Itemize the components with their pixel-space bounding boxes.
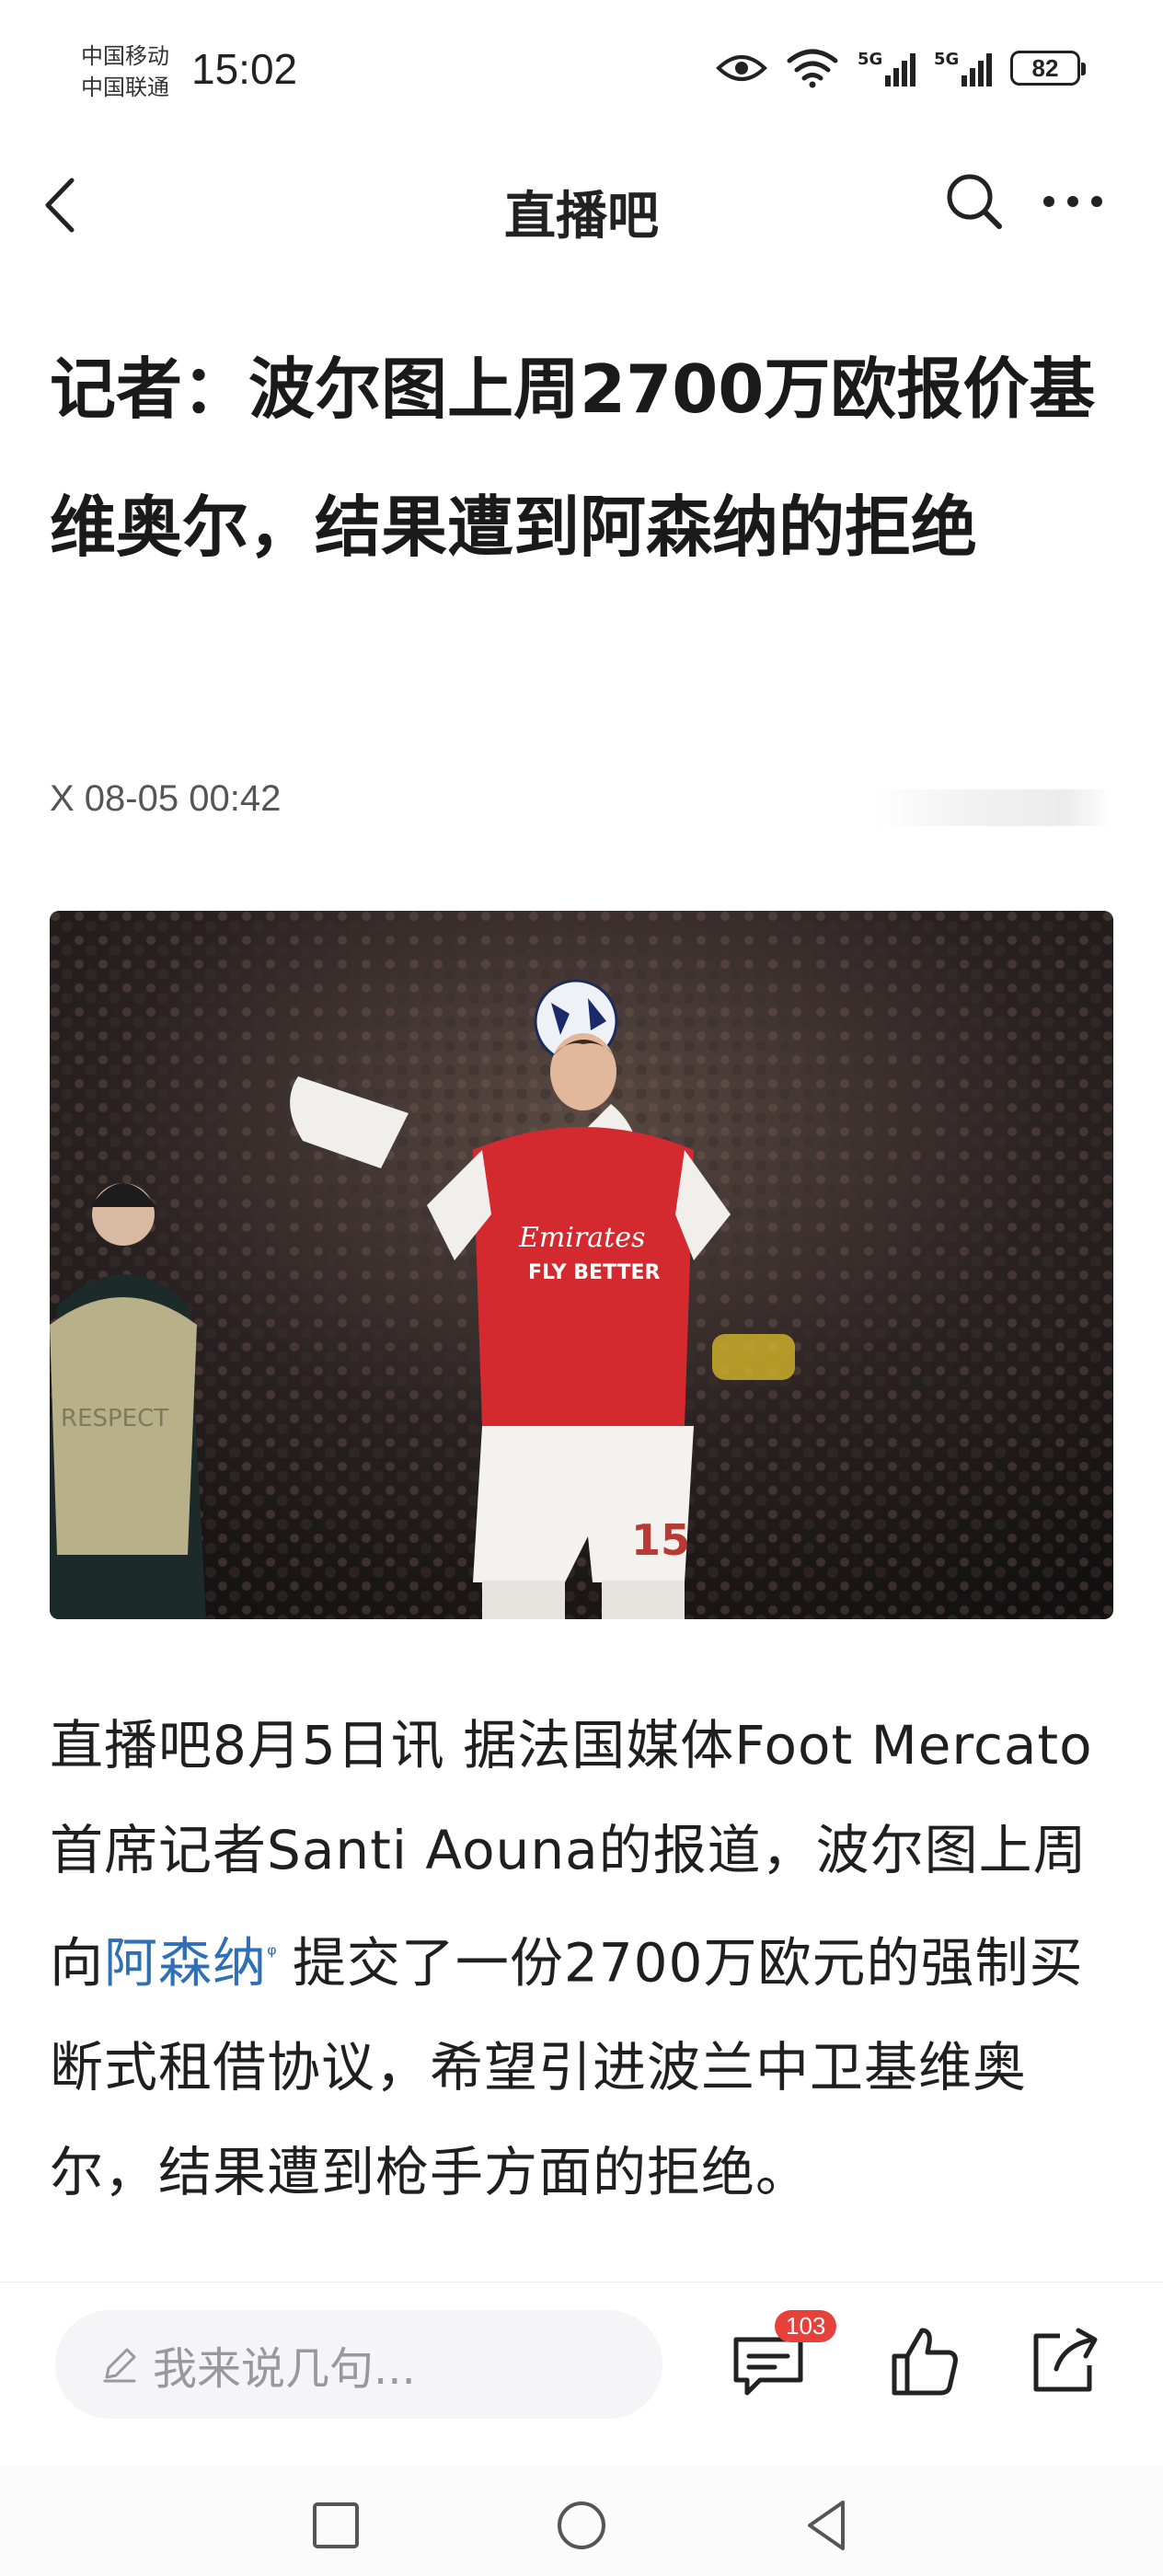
meta-placeholder <box>874 789 1113 826</box>
comment-placeholder: 我来说几句... <box>153 2343 416 2395</box>
clock: 15:02 <box>191 45 298 93</box>
sponsor-line-1: Emirates <box>518 1222 645 1254</box>
article-meta: X 08-05 00:42 <box>50 778 282 819</box>
status-bar: 中国移动 中国联通 15:02 5G 5G 82 <box>0 0 1163 138</box>
like-icon <box>892 2328 958 2396</box>
article-headline: 记者：波尔图上周2700万欧报价基维奥尔，结果遭到阿森纳的拒绝 <box>50 351 1096 566</box>
article-image[interactable]: RESPECT Emirates FLY BETTER 15 <box>50 911 1113 1619</box>
shorts-number: 15 <box>631 1515 690 1565</box>
content-fade <box>0 2245 1163 2282</box>
carrier-2: 中国联通 <box>81 75 169 100</box>
back-icon <box>808 2501 845 2550</box>
carrier-1: 中国移动 <box>81 43 169 69</box>
search-button[interactable] <box>942 169 1007 234</box>
share-icon <box>1033 2328 1098 2392</box>
carrier-info: 中国移动 中国联通 <box>81 40 169 103</box>
system-back-button[interactable] <box>795 2493 859 2558</box>
comment-input[interactable]: 我来说几句... <box>55 2310 662 2419</box>
bib-text: RESPECT <box>61 1405 168 1432</box>
share-button[interactable] <box>1023 2319 1106 2402</box>
link-search-icon: ᵠ <box>267 1941 278 1969</box>
football-player-photo: RESPECT Emirates FLY BETTER 15 <box>50 911 1113 1619</box>
system-navigation-bar <box>0 2466 1163 2576</box>
comment-count-badge: 103 <box>775 2310 837 2342</box>
nav-bar: 直播吧 <box>0 138 1163 276</box>
home-icon <box>558 2501 605 2549</box>
signal-icon: 5G <box>858 50 915 86</box>
network-type-1: 5G <box>858 50 883 69</box>
search-icon <box>947 174 1002 229</box>
like-button[interactable] <box>881 2319 964 2402</box>
status-icons: 5G 5G 82 <box>716 48 1086 88</box>
sponsor-line-2: FLY BETTER <box>528 1261 661 1284</box>
recent-apps-icon <box>313 2502 359 2548</box>
bottom-action-bar: 我来说几句... 103 <box>0 2282 1163 2467</box>
signal-icon: 5G <box>934 50 992 86</box>
battery-icon: 82 <box>1010 51 1086 86</box>
more-button[interactable] <box>1036 169 1110 234</box>
comments-button[interactable]: 103 <box>727 2310 837 2402</box>
article-body: 直播吧8月5日讯 据法国媒体Foot Mercato首席记者Santi Aoun… <box>50 1693 1126 2225</box>
home-button[interactable] <box>549 2493 614 2558</box>
network-type-2: 5G <box>934 50 960 69</box>
team-link-arsenal[interactable]: 阿森纳 <box>104 1931 267 1994</box>
wifi-icon <box>787 49 838 88</box>
pencil-icon <box>103 2348 136 2383</box>
recent-apps-button[interactable] <box>304 2493 368 2558</box>
battery-level: 82 <box>1031 53 1059 82</box>
eye-icon <box>716 55 767 81</box>
more-icon <box>1043 196 1102 207</box>
